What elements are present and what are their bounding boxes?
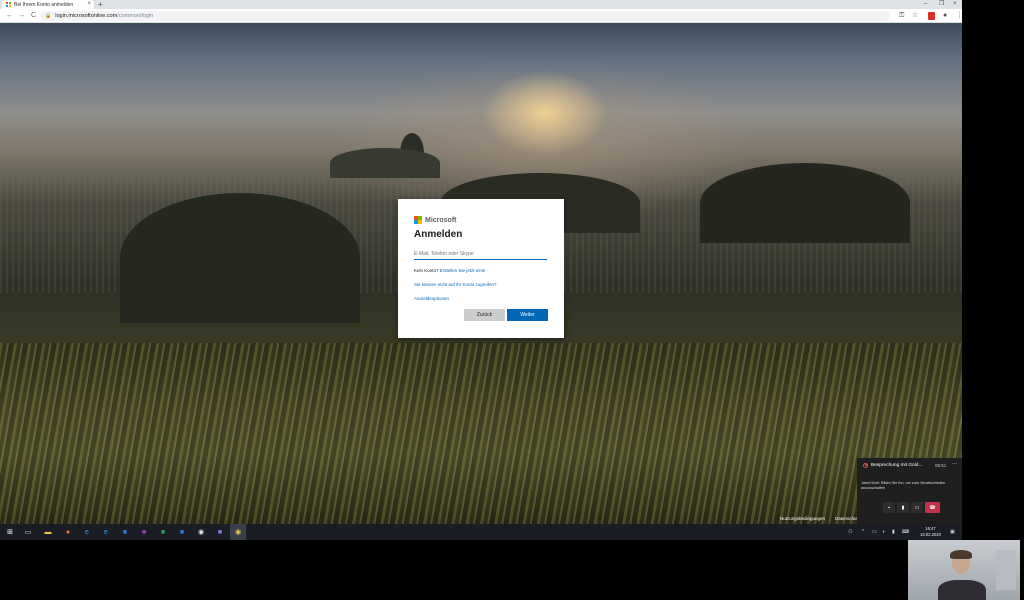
cant-access-link[interactable]: Sie können nicht auf Ihr Konto zugreifen… (414, 282, 497, 287)
url-host: login.microsoftonline.com (55, 13, 118, 19)
grass-foreground (0, 343, 962, 524)
tab-close-icon[interactable]: × (87, 0, 91, 9)
microsoft-favicon-icon (6, 2, 11, 7)
windows-start-icon[interactable]: ⊞ (2, 524, 18, 540)
new-tab-button[interactable]: + (98, 0, 103, 9)
meeting-more-button[interactable]: ... (952, 460, 957, 466)
chrome-icon[interactable]: ◉ (193, 524, 209, 540)
screen: Bei Ihrem Konto anmelden × + – ❐ × ← → C… (0, 0, 1024, 600)
excel-icon[interactable]: ■ (155, 524, 171, 540)
person-body (938, 580, 986, 600)
edge-legacy-icon[interactable]: e (98, 524, 114, 540)
tab-bar: Bei Ihrem Konto anmelden × + – ❐ × (0, 0, 962, 9)
recording-icon (863, 462, 868, 468)
word-icon[interactable]: ■ (174, 524, 190, 540)
meeting-time: 06:51 (935, 463, 947, 468)
tab-sign-in[interactable]: Bei Ihrem Konto anmelden × (2, 0, 94, 9)
close-window-button[interactable]: × (953, 0, 957, 8)
notification-icon[interactable]: ▣ (950, 524, 955, 540)
meeting-popup: Besprechung mit Gold... 06:51 ... Jared … (857, 458, 962, 524)
maximize-button[interactable]: ❐ (939, 0, 944, 8)
no-account-row: Kein Konto? Erstellen Sie jetzt eins! (414, 268, 548, 274)
taskbar-clock[interactable]: 16:47 18.02.2020 (920, 526, 941, 538)
browser-window: Bei Ihrem Konto anmelden × + – ❐ × ← → C… (0, 0, 962, 524)
lock-icon: 🔒 (45, 13, 52, 19)
outlook-icon[interactable]: ■ (117, 524, 133, 540)
camera-icon[interactable]: ▪ (883, 502, 895, 513)
extension-icon[interactable] (928, 12, 935, 20)
url-path: /common/login (117, 13, 154, 19)
star-icon[interactable]: ☆ (912, 9, 918, 23)
share-screen-icon[interactable]: ▭ (911, 502, 923, 513)
volume-icon[interactable]: ◖ (882, 524, 885, 540)
meeting-controls: ▪ ▮ ▭ ☎ (883, 502, 940, 513)
chrome-active-icon[interactable]: ◉ (230, 524, 246, 540)
brand-name: Microsoft (425, 216, 457, 224)
signin-options-link[interactable]: Anmeldeoptionen (414, 296, 449, 301)
hang-up-icon[interactable]: ☎ (925, 502, 940, 513)
taskbar: ⊞ ▭ ▬ ● e e ■ ■ ■ ■ ◉ ■ ◉ ⚇ ^ ▭ ◖ ▮ ⌨ 16… (0, 524, 962, 540)
no-account-text: Kein Konto? (414, 268, 439, 273)
meeting-title[interactable]: Besprechung mit Gold... (871, 463, 922, 468)
create-account-link[interactable]: Erstellen Sie jetzt eins! (440, 268, 486, 273)
battery-icon[interactable]: ▮ (892, 524, 895, 540)
microphone-icon[interactable]: ▮ (897, 502, 909, 513)
file-explorer-icon[interactable]: ▬ (40, 524, 56, 540)
keyboard-icon[interactable]: ⌨ (902, 524, 909, 540)
hill-left (120, 193, 360, 323)
email-input[interactable] (414, 249, 547, 260)
forward-button[interactable]: → (18, 9, 25, 23)
back-button[interactable]: ← (6, 9, 13, 23)
tray-chevron-icon[interactable]: ^ (862, 524, 864, 540)
minimize-button[interactable]: – (924, 0, 927, 8)
next-button[interactable]: Weiter (507, 309, 548, 321)
back-button[interactable]: Zurück (464, 309, 505, 321)
signin-options-row: Anmeldeoptionen (414, 296, 548, 302)
sign-in-heading: Anmelden (414, 229, 463, 240)
clock-date: 18.02.2020 (920, 532, 941, 537)
people-icon[interactable]: ⚇ (848, 524, 852, 540)
webcam-video (908, 540, 1020, 600)
hill-right (700, 163, 910, 243)
hill (330, 148, 440, 178)
onenote-icon[interactable]: ■ (136, 524, 152, 540)
network-icon[interactable]: ▭ (872, 524, 877, 540)
task-view-icon[interactable]: ▭ (20, 524, 36, 540)
reload-button[interactable]: C (31, 9, 36, 23)
microsoft-logo-icon (414, 216, 422, 224)
sign-in-dialog: Microsoft Anmelden Kein Konto? Erstellen… (398, 199, 564, 338)
menu-icon[interactable]: ⋮ (956, 9, 962, 23)
person-hair (950, 550, 972, 559)
tab-title: Bei Ihrem Konto anmelden (14, 1, 74, 8)
microsoft-brand: Microsoft (414, 215, 548, 225)
dialog-buttons: Zurück Weiter (464, 309, 548, 321)
meeting-message: Jared Ibuh: Bitten Sie ihn, um zum Verab… (861, 481, 946, 490)
cant-access-row: Sie können nicht auf Ihr Konto zugreifen… (414, 282, 548, 288)
terms-link[interactable]: Nutzungsbedingungen (780, 516, 825, 524)
firefox-icon[interactable]: ● (60, 524, 76, 540)
browser-toolbar: ← → C 🔒 login.microsoftonline.com /commo… (0, 9, 962, 23)
edge-icon[interactable]: e (79, 524, 95, 540)
key-icon[interactable]: ⚿ (899, 9, 904, 23)
address-bar[interactable]: 🔒 login.microsoftonline.com /common/logi… (40, 11, 890, 21)
teams-icon[interactable]: ■ (212, 524, 228, 540)
profile-icon[interactable]: ● (943, 9, 947, 23)
background-shelf (996, 550, 1016, 590)
